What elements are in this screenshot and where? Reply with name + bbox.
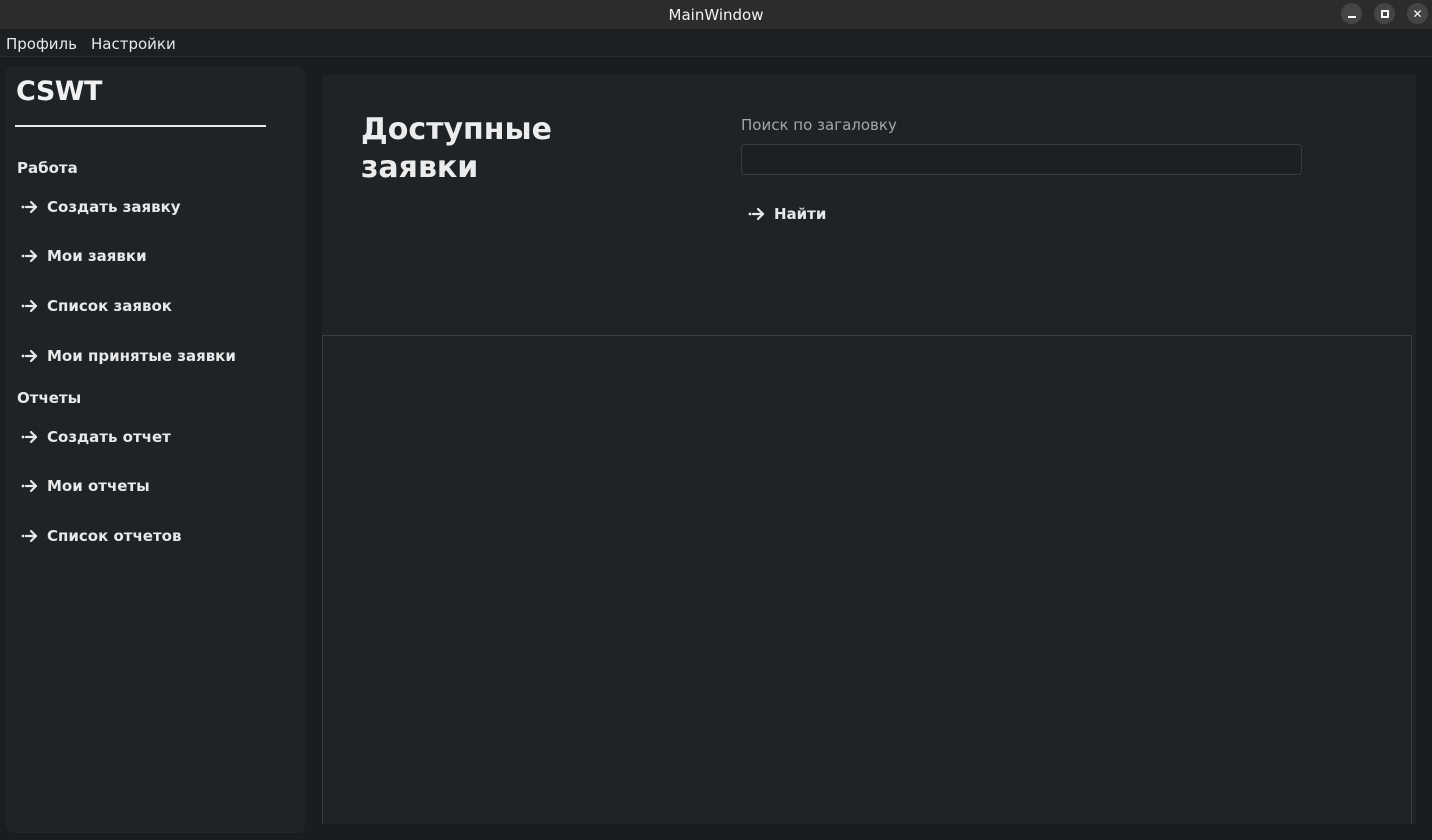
search-header: Доступные заявки Поиск по загаловку Найт…: [322, 75, 1416, 335]
minimize-icon: [1347, 15, 1356, 18]
arrow-right-icon: [21, 249, 38, 263]
sidebar-item-report-list[interactable]: Список отчетов: [21, 523, 181, 549]
menu-profile[interactable]: Профиль: [6, 35, 77, 53]
window-title: MainWindow: [668, 5, 764, 24]
sidebar-item-my-accepted-requests[interactable]: Мои принятые заявки: [21, 343, 236, 369]
sidebar-item-label: Создать отчет: [47, 428, 171, 446]
sidebar-item-label: Мои принятые заявки: [47, 347, 236, 365]
close-button[interactable]: ✕: [1407, 3, 1428, 24]
maximize-button[interactable]: [1374, 3, 1395, 24]
results-list[interactable]: [322, 335, 1412, 824]
section-title-reports: Отчеты: [17, 389, 82, 407]
sidebar: CSWT Работа Создать заявку Мои заявки Сп…: [5, 66, 305, 833]
app-logo: CSWT: [16, 76, 102, 107]
maximize-icon: [1380, 9, 1389, 18]
minimize-button[interactable]: [1341, 3, 1362, 24]
sidebar-item-label: Список заявок: [47, 297, 172, 315]
arrow-right-icon: [21, 529, 38, 543]
sidebar-item-label: Мои заявки: [47, 247, 147, 265]
sidebar-item-my-reports[interactable]: Мои отчеты: [21, 473, 150, 499]
sidebar-item-label: Список отчетов: [47, 527, 182, 545]
find-button-label: Найти: [774, 205, 827, 223]
sidebar-item-create-report[interactable]: Создать отчет: [21, 424, 171, 450]
arrow-right-icon: [21, 479, 38, 493]
close-icon: ✕: [1412, 6, 1423, 21]
search-label: Поиск по загаловку: [741, 116, 897, 134]
search-input[interactable]: [741, 144, 1302, 175]
menu-settings[interactable]: Настройки: [91, 35, 176, 53]
sidebar-item-create-request[interactable]: Создать заявку: [21, 194, 181, 220]
arrow-right-icon: [21, 299, 38, 313]
page-title: Доступные заявки: [361, 112, 552, 185]
title-bar: MainWindow ✕: [0, 0, 1432, 30]
menu-bar: Профиль Настройки: [0, 31, 1432, 57]
section-title-work: Работа: [17, 159, 78, 177]
arrow-right-icon: [21, 200, 38, 214]
arrow-right-icon: [21, 430, 38, 444]
sidebar-item-label: Мои отчеты: [47, 477, 150, 495]
sidebar-item-my-requests[interactable]: Мои заявки: [21, 243, 147, 269]
logo-divider: [15, 125, 266, 127]
sidebar-item-label: Создать заявку: [47, 198, 181, 216]
find-button[interactable]: Найти: [748, 201, 826, 227]
main-panel: Доступные заявки Поиск по загаловку Найт…: [322, 75, 1416, 824]
sidebar-item-request-list[interactable]: Список заявок: [21, 293, 172, 319]
arrow-right-icon: [21, 349, 38, 363]
arrow-right-icon: [748, 207, 765, 221]
